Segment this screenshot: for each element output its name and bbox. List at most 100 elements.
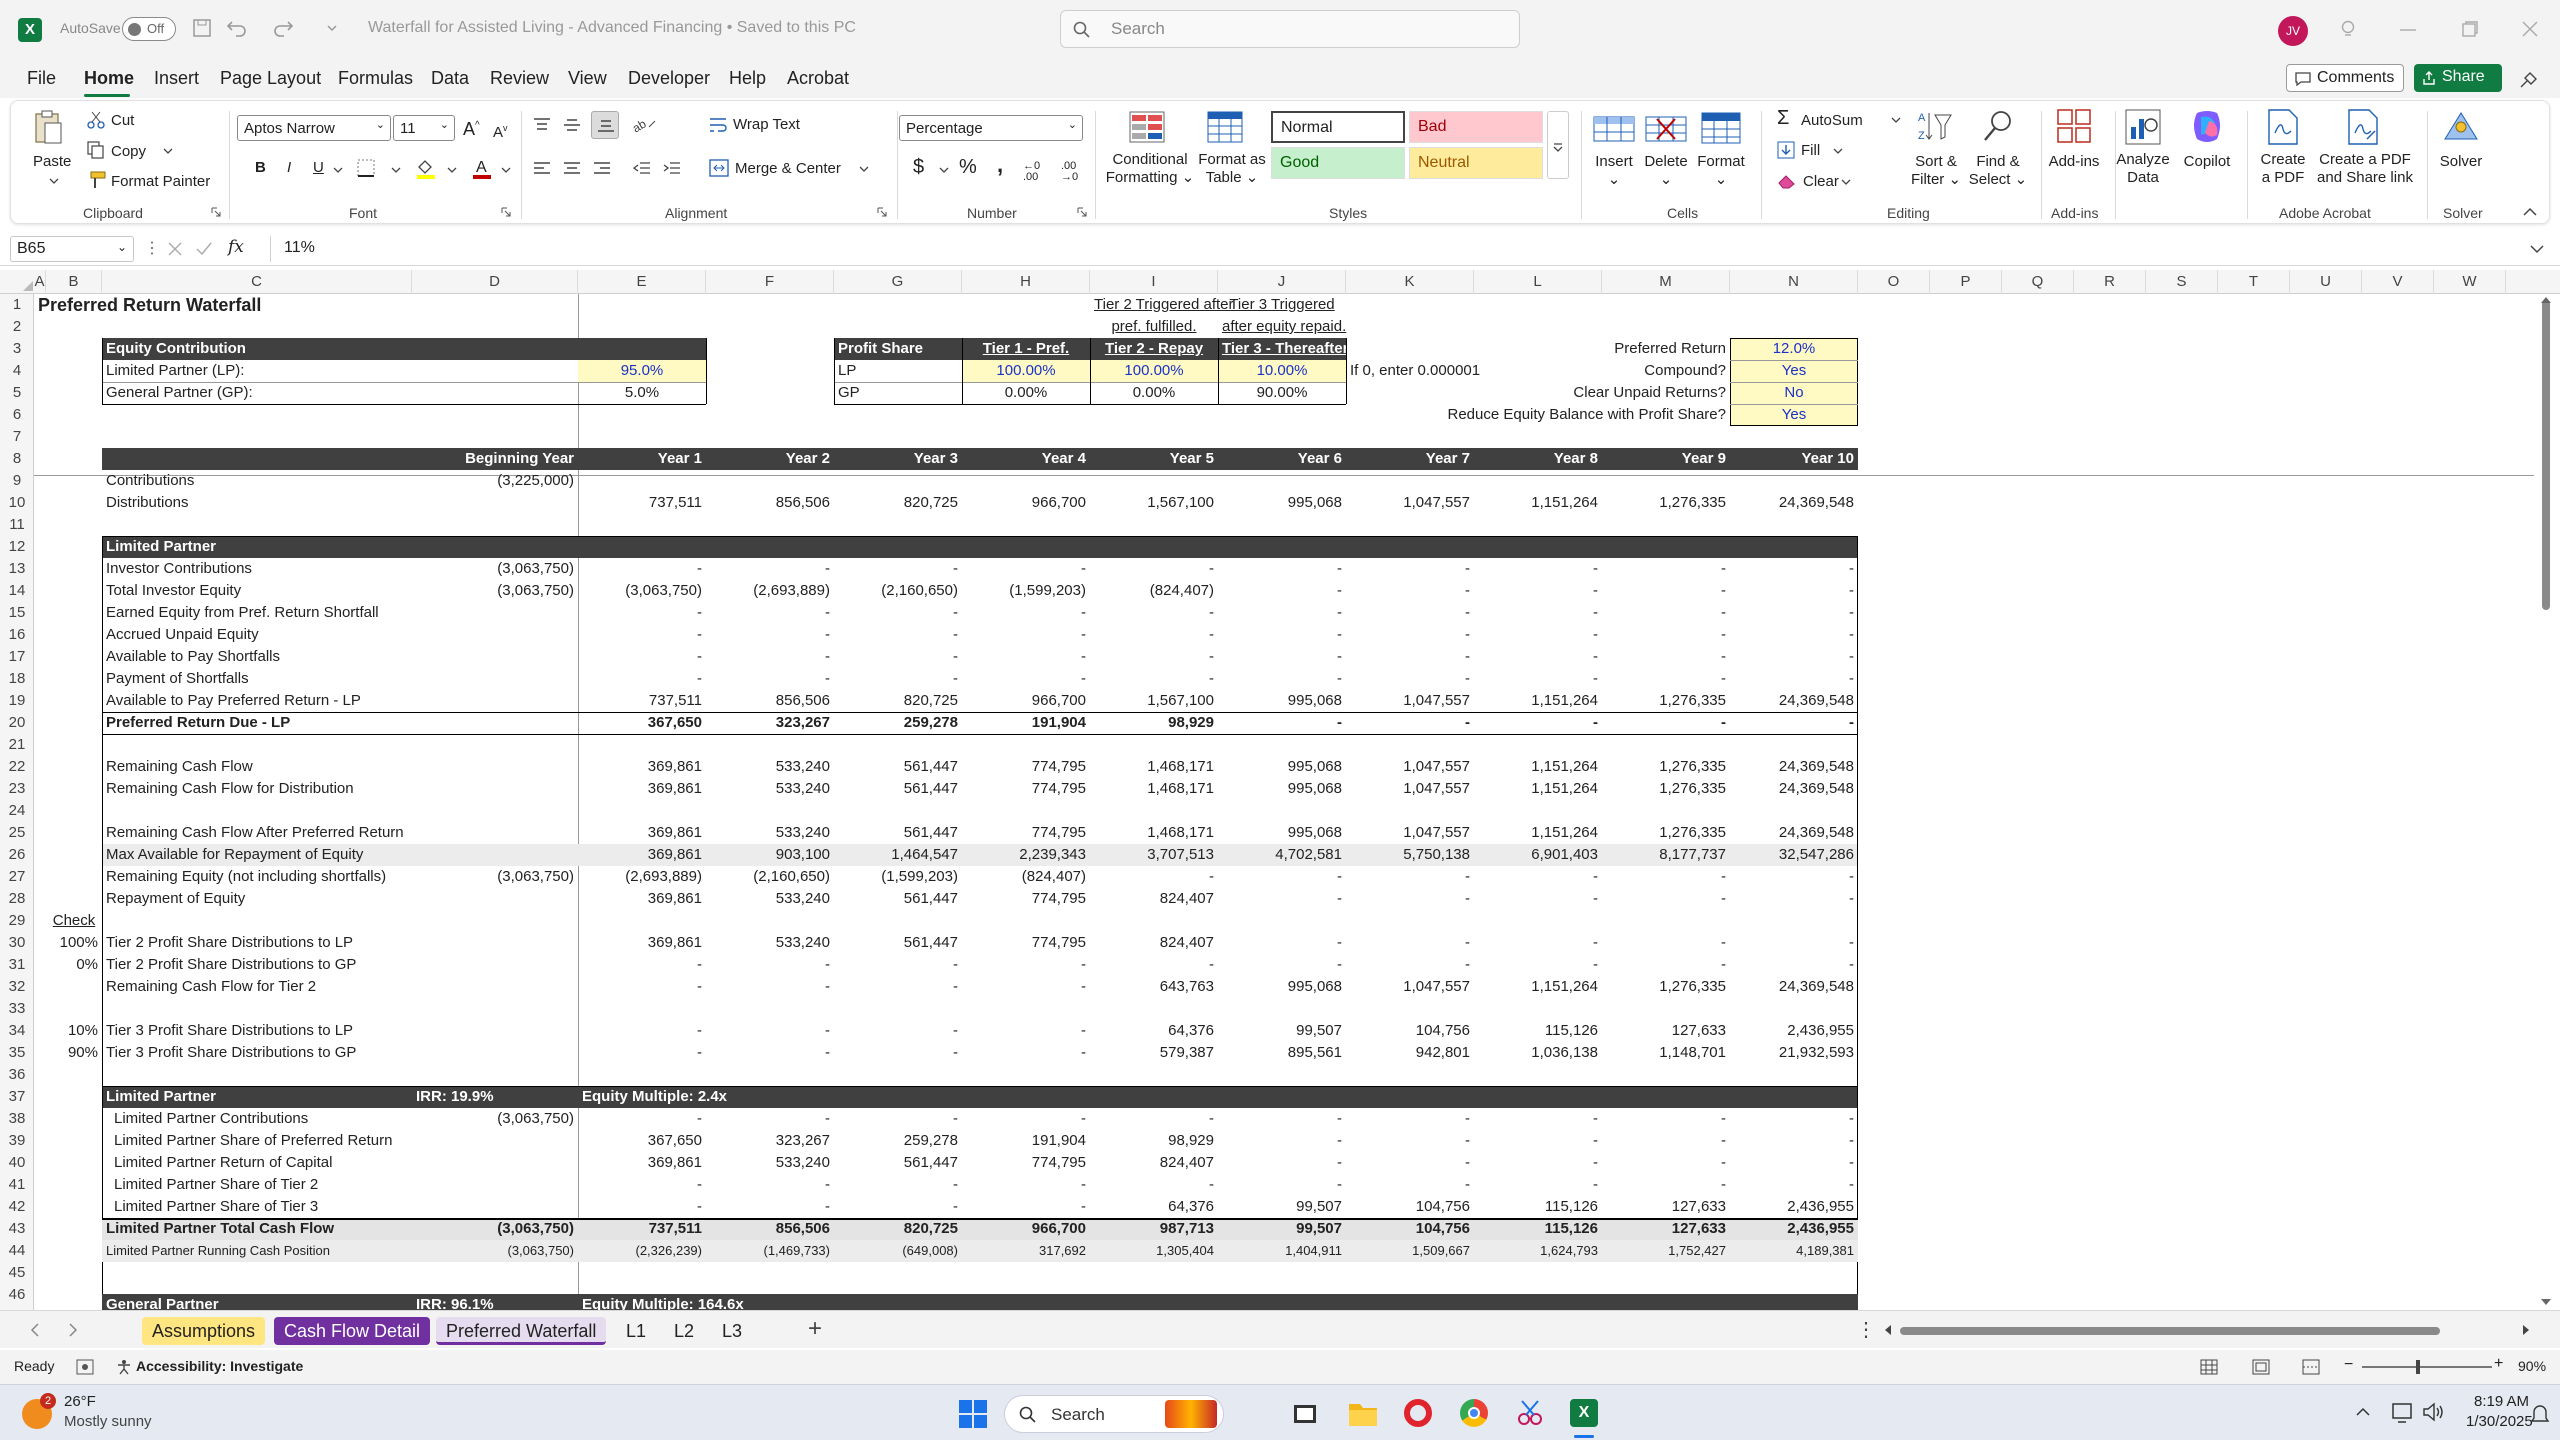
tab-view[interactable]: View [568, 68, 607, 89]
chrome-icon[interactable] [1460, 1399, 1488, 1427]
profit-lp-tier2[interactable]: 100.00% [1090, 360, 1218, 382]
row-header-21[interactable]: 21 [0, 734, 34, 756]
row-header-32[interactable]: 32 [0, 976, 34, 998]
restore-icon[interactable] [2462, 21, 2478, 37]
row-header-37[interactable]: 37 [0, 1086, 34, 1108]
cancel-entry-icon[interactable] [168, 242, 182, 256]
percent-icon[interactable]: % [959, 157, 977, 177]
row-header-17[interactable]: 17 [0, 646, 34, 668]
row-header-36[interactable]: 36 [0, 1064, 34, 1086]
increase-font-icon[interactable]: A^ [463, 117, 480, 138]
taskbar-search[interactable]: Search [1004, 1395, 1224, 1433]
row-header-6[interactable]: 6 [0, 404, 34, 426]
redo-icon[interactable] [272, 18, 294, 38]
column-header-h[interactable]: H [962, 270, 1090, 294]
customize-qat-icon[interactable] [326, 22, 338, 34]
styles-more-button[interactable] [1547, 111, 1569, 179]
orientation-icon[interactable]: ab [631, 115, 659, 135]
increase-decimal-icon[interactable]: ←0.00 [1023, 161, 1040, 183]
row-header-14[interactable]: 14 [0, 580, 34, 602]
align-left-icon[interactable] [533, 161, 551, 177]
tab-formulas[interactable]: Formulas [338, 68, 413, 89]
lightbulb-icon[interactable] [2340, 20, 2356, 40]
macro-record-icon[interactable] [76, 1359, 94, 1375]
tab-acrobat[interactable]: Acrobat [787, 68, 849, 89]
tab-help[interactable]: Help [729, 68, 766, 89]
row-header-43[interactable]: 43 [0, 1218, 34, 1240]
column-header-r[interactable]: R [2074, 270, 2146, 294]
close-icon[interactable] [2522, 21, 2538, 37]
row-header-8[interactable]: 8 [0, 448, 34, 470]
clear-dropdown-icon[interactable] [1841, 178, 1851, 186]
sheet-tab-preferred-waterfall[interactable]: Preferred Waterfall [436, 1317, 607, 1345]
paste-icon[interactable] [33, 109, 63, 145]
row-header-42[interactable]: 42 [0, 1196, 34, 1218]
vertical-scroll-thumb[interactable] [2542, 300, 2550, 610]
save-icon[interactable] [192, 18, 212, 38]
zoom-level[interactable]: 90% [2518, 1358, 2546, 1374]
row-header-26[interactable]: 26 [0, 844, 34, 866]
row-header-34[interactable]: 34 [0, 1020, 34, 1042]
sheet-options-icon[interactable]: ⋮ [1856, 1317, 1876, 1342]
column-header-b[interactable]: B [46, 270, 102, 294]
minimize-icon[interactable] [2400, 28, 2416, 32]
borders-dropdown-icon[interactable] [391, 166, 401, 174]
hscroll-left-icon[interactable] [1884, 1324, 1892, 1336]
align-center-icon[interactable] [563, 161, 581, 177]
column-header-f[interactable]: F [706, 270, 834, 294]
start-icon[interactable] [958, 1399, 988, 1429]
opera-icon[interactable] [1404, 1399, 1432, 1427]
zoom-in-icon[interactable]: + [2494, 1355, 2503, 1373]
comments-button[interactable]: Comments [2286, 64, 2404, 92]
solver-button[interactable]: Solver [2431, 153, 2491, 171]
column-header-l[interactable]: L [1474, 270, 1602, 294]
tab-home[interactable]: Home [84, 68, 134, 89]
column-header-o[interactable]: O [1858, 270, 1930, 294]
volume-icon[interactable] [2422, 1401, 2446, 1423]
undo-icon[interactable] [226, 18, 248, 38]
row-header-24[interactable]: 24 [0, 800, 34, 822]
paste-dropdown-icon[interactable] [49, 177, 59, 185]
tray-chevron-icon[interactable] [2356, 1407, 2370, 1417]
autosave-toggle[interactable]: Off [122, 17, 176, 41]
row-header-2[interactable]: 2 [0, 316, 34, 338]
format-as-table-button[interactable]: Format as Table ⌄ [1197, 151, 1267, 187]
row-header-44[interactable]: 44 [0, 1240, 34, 1262]
zoom-out-icon[interactable]: − [2344, 1356, 2353, 1374]
sheet-tab-l1[interactable]: L1 [616, 1317, 656, 1345]
row-header-18[interactable]: 18 [0, 668, 34, 690]
row-header-7[interactable]: 7 [0, 426, 34, 448]
snipping-tool-icon[interactable] [1516, 1399, 1544, 1427]
autosum-dropdown-icon[interactable] [1891, 116, 1901, 124]
column-header-t[interactable]: T [2218, 270, 2290, 294]
notifications-icon[interactable] [2530, 1403, 2550, 1425]
worksheet-grid[interactable]: Preferred Return Waterfall Equity Contri… [34, 294, 2534, 1310]
page-break-view-icon[interactable] [2302, 1359, 2320, 1375]
clock-date[interactable]: 1/30/2025 [2466, 1413, 2533, 1430]
create-share-pdf-button[interactable]: Create a PDF and Share link [2313, 151, 2417, 187]
row-header-5[interactable]: 5 [0, 382, 34, 404]
borders-icon[interactable] [357, 159, 375, 177]
column-header-m[interactable]: M [1602, 270, 1730, 294]
format-painter-button[interactable]: Format Painter [111, 173, 210, 191]
search-box[interactable]: Search [1060, 10, 1520, 48]
font-launcher-icon[interactable] [501, 207, 511, 217]
copy-button[interactable]: Copy [111, 143, 146, 161]
tab-page-layout[interactable]: Page Layout [220, 68, 321, 89]
ribbon-options-icon[interactable] [2518, 70, 2540, 90]
wrap-text-button[interactable]: Wrap Text [733, 116, 800, 134]
excel-taskbar-icon[interactable]: X [1570, 1399, 1598, 1427]
row-header-15[interactable]: 15 [0, 602, 34, 624]
row-header-4[interactable]: 4 [0, 360, 34, 382]
row-header-40[interactable]: 40 [0, 1152, 34, 1174]
number-format-dropdown[interactable]: Percentage ⌄ [899, 115, 1083, 141]
column-header-q[interactable]: Q [2002, 270, 2074, 294]
row-header-10[interactable]: 10 [0, 492, 34, 514]
row-header-38[interactable]: 38 [0, 1108, 34, 1130]
alignment-launcher-icon[interactable] [877, 207, 887, 217]
tab-data[interactable]: Data [431, 68, 469, 89]
row-header-46[interactable]: 46 [0, 1284, 34, 1306]
next-sheet-icon[interactable] [68, 1323, 78, 1337]
row-header-1[interactable]: 1 [0, 294, 34, 316]
align-bottom-button[interactable] [591, 111, 619, 139]
